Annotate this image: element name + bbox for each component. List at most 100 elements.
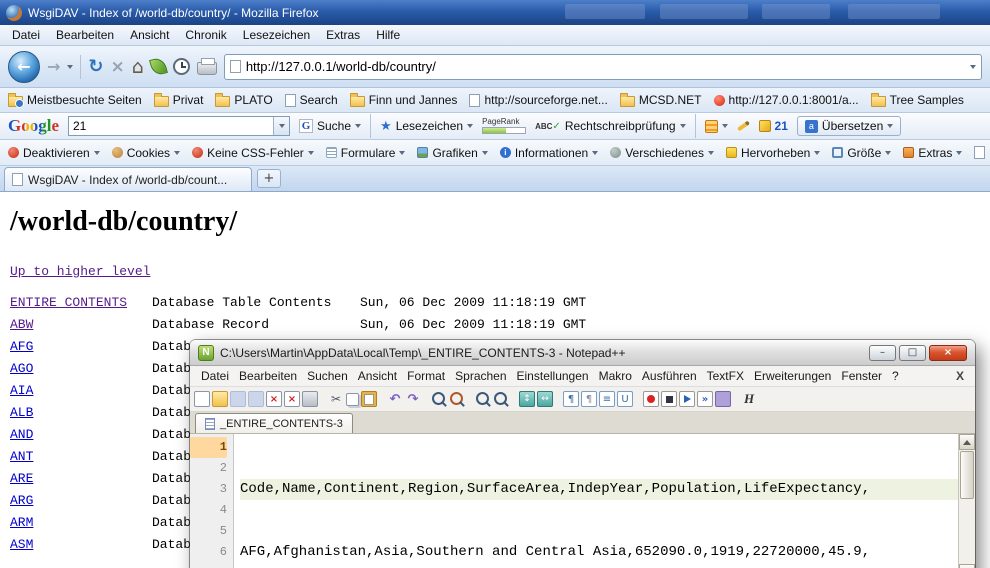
npp-menu-erweiterungen[interactable]: Erweiterungen (749, 367, 836, 385)
entry-link-afg[interactable]: AFG (10, 339, 33, 354)
npp-menu-datei[interactable]: Datei (196, 367, 234, 385)
undo-icon[interactable] (387, 391, 403, 407)
url-dropdown-icon[interactable] (970, 65, 976, 69)
devbar-deaktivieren[interactable]: Deaktivieren (8, 146, 100, 160)
autofill-button[interactable] (705, 120, 728, 133)
scroll-down-button[interactable] (959, 564, 975, 568)
npp-menu-fenster[interactable]: Fenster (836, 367, 887, 385)
scrollbar-thumb[interactable] (960, 451, 974, 499)
print-file-icon[interactable] (302, 391, 318, 407)
back-button[interactable]: ← (8, 51, 40, 83)
zoom-out-icon[interactable] (493, 391, 509, 407)
new-file-icon[interactable] (194, 391, 210, 407)
devbar-formulare[interactable]: Formulare (326, 146, 406, 160)
refresh-button[interactable]: ↻ (88, 56, 103, 77)
npp-menu-bearbeiten[interactable]: Bearbeiten (234, 367, 302, 385)
notepad-title-bar[interactable]: C:\Users\Martin\AppData\Local\Temp\_ENTI… (190, 340, 975, 366)
npp-menu-ausfuehren[interactable]: Ausführen (637, 367, 702, 385)
close-button[interactable]: × (929, 345, 967, 361)
search-term-button[interactable]: 21 (759, 119, 788, 133)
close-all-files-icon[interactable] (284, 391, 300, 407)
forward-button[interactable]: → (47, 57, 60, 76)
devbar-grafiken[interactable]: Grafiken (417, 146, 487, 160)
bookmark-sourceforge[interactable]: http://sourceforge.net... (469, 93, 607, 107)
bookmark-localhost-8001[interactable]: http://127.0.0.1:8001/a... (714, 93, 859, 107)
devbar-hervorheben[interactable]: Hervorheben (726, 146, 820, 160)
entry-link-entire-contents[interactable]: ENTIRE CONTENTS (10, 295, 127, 310)
open-folder-icon[interactable] (212, 391, 228, 407)
menu-datei[interactable]: Datei (4, 26, 48, 44)
play-macro-icon[interactable] (679, 391, 695, 407)
menu-ansicht[interactable]: Ansicht (122, 26, 177, 44)
npp-menu-makro[interactable]: Makro (594, 367, 637, 385)
entry-link-and[interactable]: AND (10, 427, 33, 442)
entry-link-abw[interactable]: ABW (10, 317, 33, 332)
code-text[interactable]: Code,Name,Continent,Region,SurfaceArea,I… (234, 434, 958, 568)
devbar-css[interactable]: Keine CSS-Fehler (192, 146, 314, 160)
new-tab-button[interactable]: + (257, 169, 281, 188)
npp-menu-textfx[interactable]: TextFX (702, 367, 749, 385)
devbar-extras[interactable]: Extras (903, 146, 962, 160)
bookmark-plato[interactable]: PLATO (215, 93, 272, 107)
npp-menu-einstellungen[interactable]: Einstellungen (512, 367, 594, 385)
google-search-dropdown[interactable] (273, 117, 289, 135)
new-page-leaf-icon[interactable] (149, 56, 168, 76)
pagerank-widget[interactable]: PageRank (482, 118, 526, 134)
indent-guide-icon[interactable] (599, 391, 615, 407)
copy-icon[interactable] (346, 393, 359, 406)
highlighter-button[interactable] (737, 124, 750, 128)
scrollbar-track[interactable] (959, 500, 975, 564)
save-all-icon[interactable] (248, 391, 264, 407)
entry-link-alb[interactable]: ALB (10, 405, 33, 420)
save-icon[interactable] (230, 391, 246, 407)
bookmark-search[interactable]: Search (285, 93, 338, 107)
bookmark-privat[interactable]: Privat (154, 93, 204, 107)
scroll-up-button[interactable] (959, 434, 975, 450)
bookmark-meistbesuchte-seiten[interactable]: Meistbesuchte Seiten (8, 93, 142, 107)
cut-icon[interactable] (328, 391, 344, 407)
sync-scroll-vertical-icon[interactable] (519, 391, 535, 407)
editor-area[interactable]: 1 2 3 4 5 6 Code,Name,Continent,Region,S… (190, 434, 975, 568)
tab-wsgidav-index[interactable]: WsgiDAV - Index of /world-db/count... (4, 167, 252, 191)
save-macro-icon[interactable] (715, 391, 731, 407)
url-input[interactable] (246, 59, 965, 74)
menu-chronik[interactable]: Chronik (177, 26, 234, 44)
entry-link-are[interactable]: ARE (10, 471, 33, 486)
devbar-groesse[interactable]: Größe (832, 146, 891, 160)
npp-menu-ansicht[interactable]: Ansicht (353, 367, 402, 385)
replace-icon[interactable] (449, 391, 465, 407)
google-search-button[interactable]: G Suche (299, 119, 361, 133)
menu-lesezeichen[interactable]: Lesezeichen (235, 26, 318, 44)
menu-extras[interactable]: Extras (318, 26, 368, 44)
bookmark-finn-und-jannes[interactable]: Finn und Jannes (350, 93, 458, 107)
translate-button[interactable]: Übersetzen (797, 116, 901, 136)
menu-hilfe[interactable]: Hilfe (368, 26, 408, 44)
textfx-icon[interactable] (741, 391, 757, 407)
entry-link-arm[interactable]: ARM (10, 515, 33, 530)
google-bookmarks-button[interactable]: ★ Lesezeichen (380, 119, 473, 134)
record-macro-icon[interactable] (643, 391, 659, 407)
close-document-x[interactable]: X (951, 367, 969, 385)
word-wrap-icon[interactable] (563, 391, 579, 407)
close-file-icon[interactable] (266, 391, 282, 407)
document-tab[interactable]: _ENTIRE_CONTENTS-3 (195, 413, 353, 433)
url-bar[interactable] (224, 54, 982, 80)
stop-macro-icon[interactable] (661, 391, 677, 407)
up-to-higher-level-link[interactable]: Up to higher level (10, 264, 150, 279)
npp-menu-help[interactable]: ? (887, 367, 904, 385)
menu-bearbeiten[interactable]: Bearbeiten (48, 26, 122, 44)
google-search-input[interactable] (69, 117, 273, 135)
find-icon[interactable] (431, 391, 447, 407)
maximize-button[interactable]: □ (899, 345, 926, 361)
sync-scroll-horizontal-icon[interactable] (537, 391, 553, 407)
history-dropdown-icon[interactable] (67, 65, 73, 69)
run-macro-multiple-icon[interactable] (697, 391, 713, 407)
minimize-button[interactable]: – (869, 345, 896, 361)
bookmark-mcsd-net[interactable]: MCSD.NET (620, 93, 702, 107)
home-button[interactable]: ⌂ (132, 56, 144, 78)
vertical-scrollbar[interactable] (958, 434, 975, 568)
npp-menu-suchen[interactable]: Suchen (302, 367, 353, 385)
redo-icon[interactable] (405, 391, 421, 407)
bookmark-tree-samples[interactable]: Tree Samples (871, 93, 964, 107)
user-defined-dialog-icon[interactable] (617, 391, 633, 407)
